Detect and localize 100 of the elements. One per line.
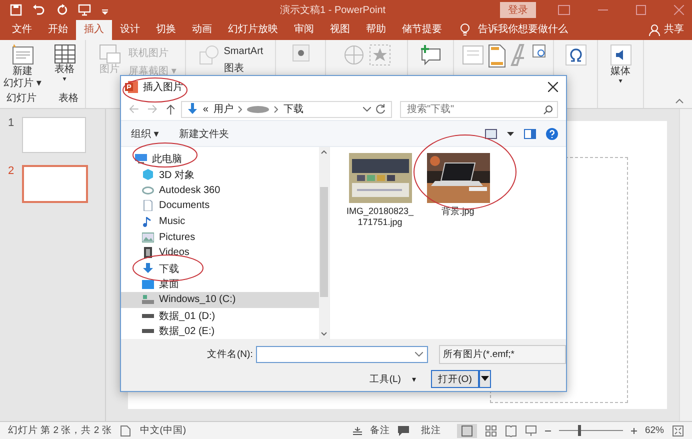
monitor-icon — [135, 153, 147, 164]
address-bar[interactable]: « 用户 下载 — [180, 100, 392, 118]
disc-icon — [142, 184, 154, 196]
group-label: 表格 — [58, 92, 78, 105]
view-icon[interactable] — [485, 128, 497, 138]
refresh-icon[interactable] — [376, 104, 386, 114]
breadcrumb[interactable]: 下载 — [283, 102, 304, 116]
nav-item[interactable]: 数据_02 (E:) — [121, 323, 319, 340]
slide-number: 1 — [8, 117, 16, 131]
chevron-icon — [274, 106, 278, 112]
save-icon[interactable] — [10, 4, 22, 16]
language-label[interactable]: 中文(中国) — [140, 424, 186, 437]
dropdown-icon[interactable] — [414, 352, 423, 357]
download-icon — [142, 263, 154, 274]
breadcrumb[interactable]: 用户 — [213, 102, 234, 116]
spellcheck-icon[interactable] — [120, 424, 132, 436]
caret-icon[interactable] — [507, 132, 514, 136]
file-item[interactable]: IMG_20180823_ 171751.jpg — [347, 153, 413, 228]
cube-icon — [142, 169, 154, 180]
nav-item[interactable]: Documents — [121, 198, 319, 214]
file-name: IMG_20180823_ 171751.jpg — [346, 206, 414, 228]
zoom-level[interactable]: 62% — [644, 425, 664, 436]
slideshow-view-icon[interactable] — [524, 424, 537, 436]
speaker-icon — [610, 44, 632, 66]
fit-slide-icon[interactable] — [672, 424, 684, 436]
nav-item[interactable]: 3D 对象 — [121, 166, 319, 182]
picture-frame-icon — [98, 44, 121, 64]
ribbon-tab[interactable]: 帮助 — [358, 19, 394, 40]
help-icon[interactable] — [546, 128, 558, 140]
normal-view-icon[interactable] — [456, 424, 477, 438]
header-footer-icon[interactable] — [488, 44, 506, 68]
file-type-dropdown[interactable]: 所有图片(*.emf;* — [438, 345, 566, 364]
search-field[interactable]: 搜索"下载" — [400, 100, 558, 118]
up-icon[interactable] — [166, 104, 175, 114]
lightbulb-icon — [460, 23, 470, 36]
document-icon — [142, 200, 154, 212]
smartart-button[interactable]: SmartArt — [224, 46, 264, 57]
open-button[interactable]: 打开(O) — [431, 370, 479, 388]
nav-item[interactable]: 桌面 — [121, 276, 319, 292]
nav-item[interactable]: Pictures — [121, 229, 319, 246]
slideshow-icon[interactable] — [78, 4, 91, 16]
notes-button[interactable]: 备注 — [370, 424, 390, 437]
ribbon-tab[interactable]: 动画 — [184, 19, 220, 40]
omega-icon[interactable] — [564, 44, 586, 66]
chart-button[interactable]: 图表 — [224, 61, 264, 75]
slide-thumbnail[interactable] — [22, 117, 86, 153]
window-title: 演示文稿1 - PowerPoint — [280, 4, 386, 17]
ribbon-tab[interactable]: 文件 — [4, 19, 40, 40]
nav-item[interactable]: 此电脑 — [121, 151, 319, 167]
undo-icon[interactable] — [32, 4, 46, 16]
ribbon-tab[interactable]: 开始 — [40, 19, 76, 40]
nav-item[interactable]: Music — [121, 214, 319, 230]
comment-icon[interactable] — [398, 426, 409, 436]
ribbon-tab[interactable]: 插入 — [76, 19, 112, 40]
ribbon-tab[interactable]: 切换 — [148, 19, 184, 40]
person-icon[interactable] — [649, 24, 660, 36]
slide-icon — [10, 44, 34, 66]
slide-number: 2 — [8, 165, 16, 179]
scrollbar[interactable] — [319, 147, 329, 339]
annotation-ellipse — [122, 78, 188, 102]
nav-item[interactable]: 下载 — [121, 260, 319, 276]
dropdown-icon[interactable] — [363, 106, 371, 112]
comments-button[interactable]: 批注 — [420, 424, 441, 437]
ribbon-tab[interactable]: 视图 — [322, 19, 358, 40]
caret-icon[interactable] — [479, 370, 491, 388]
ribbon-tab[interactable]: 幻灯片放映 — [220, 19, 286, 40]
scroll-down-icon[interactable] — [321, 332, 327, 336]
notes-icon[interactable] — [352, 426, 362, 434]
new-folder-button[interactable]: 新建文件夹 — [178, 126, 229, 140]
close-icon[interactable] — [548, 82, 558, 92]
collapse-icon[interactable] — [675, 98, 684, 104]
nav-item[interactable]: Windows_10 (C:) — [121, 292, 319, 308]
caret-icon[interactable]: ▾ — [412, 374, 416, 384]
nav-item[interactable]: Autodesk 360 — [121, 182, 319, 198]
redo-icon[interactable] — [56, 4, 68, 16]
scrollbar[interactable] — [679, 109, 692, 421]
folder-icon — [142, 278, 154, 290]
film-icon — [142, 247, 154, 258]
tools-menu[interactable]: 工具(L) — [369, 372, 401, 386]
new-slide-button[interactable]: 新建 幻灯片 ▾ — [4, 44, 42, 90]
share-link[interactable]: 共享 — [664, 22, 684, 40]
drive-icon — [142, 314, 154, 318]
nav-item[interactable]: 数据_01 (D:) — [121, 308, 319, 324]
zoom-in-icon[interactable] — [630, 428, 637, 434]
comment-icon[interactable] — [418, 44, 442, 66]
sorter-view-icon[interactable] — [484, 424, 497, 436]
drive-icon — [142, 294, 154, 306]
slide-thumbnail[interactable] — [22, 165, 88, 203]
reading-view-icon[interactable] — [504, 424, 517, 436]
ribbon-tab[interactable]: 储节提要 — [394, 19, 450, 40]
scroll-up-icon[interactable] — [321, 150, 327, 154]
tell-me-field[interactable]: 告诉我你想要做什么 — [478, 22, 568, 40]
filename-field[interactable] — [256, 346, 428, 363]
breadcrumb[interactable]: « — [202, 104, 208, 114]
ribbon-tab[interactable]: 审阅 — [286, 19, 322, 40]
group-label: 幻灯片 — [6, 92, 36, 105]
organize-menu[interactable]: 组织 ▾ — [131, 126, 159, 140]
ribbon-tab[interactable]: 设计 — [112, 19, 148, 40]
drive-icon — [142, 329, 154, 334]
preview-pane-icon[interactable] — [524, 128, 536, 138]
